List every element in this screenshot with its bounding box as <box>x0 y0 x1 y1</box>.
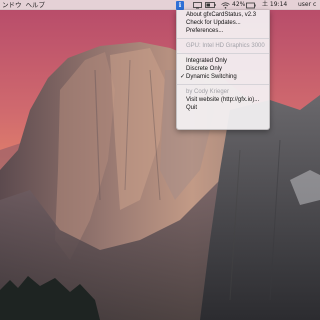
display-icon[interactable] <box>192 1 202 9</box>
menu-item-dynamic-switching[interactable]: ✓ Dynamic Switching <box>177 73 269 81</box>
menu-item-integrated-only[interactable]: Integrated Only <box>177 57 269 65</box>
clock[interactable]: 土 19:14 <box>262 0 287 10</box>
gfxcardstatus-icon[interactable]: i <box>176 0 184 10</box>
menu-item-preferences[interactable]: Preferences... <box>177 27 269 35</box>
menu-item-quit[interactable]: Quit <box>177 104 269 112</box>
status-area: i 42% 土 19:14 user c <box>172 0 320 10</box>
battery-icon[interactable] <box>204 1 216 9</box>
menu-item-about[interactable]: About gfxCardStatus, v2.3 <box>177 11 269 19</box>
app-menus: ンドウ ヘルプ <box>0 0 47 9</box>
menu-item-visit-website[interactable]: Visit website (http://gfx.io)... <box>177 96 269 104</box>
menu-separator <box>177 38 269 39</box>
gfxcardstatus-menu: About gfxCardStatus, v2.3 Check for Upda… <box>176 10 270 130</box>
wifi-icon[interactable] <box>220 1 230 9</box>
menu-window[interactable]: ンドウ <box>0 0 24 10</box>
battery-percent: 42% <box>232 1 246 8</box>
menu-item-label: Dynamic Switching <box>186 74 237 80</box>
menu-item-discrete-only[interactable]: Discrete Only <box>177 65 269 73</box>
menu-item-author: by Cody Krieger <box>186 89 230 95</box>
menu-separator <box>177 53 269 54</box>
desktop-wallpaper <box>0 0 320 320</box>
user-menu[interactable]: user c <box>298 0 316 10</box>
volume-icon[interactable] <box>246 1 256 9</box>
menu-item-gpu-status: GPU: Intel HD Graphics 3000 <box>186 43 265 49</box>
menu-help[interactable]: ヘルプ <box>24 0 48 10</box>
menu-separator <box>177 84 269 85</box>
menu-item-check-updates[interactable]: Check for Updates... <box>177 19 269 27</box>
menu-bar: ンドウ ヘルプ i 42% 土 19:14 user c <box>0 0 320 10</box>
checkmark-icon: ✓ <box>180 74 186 80</box>
